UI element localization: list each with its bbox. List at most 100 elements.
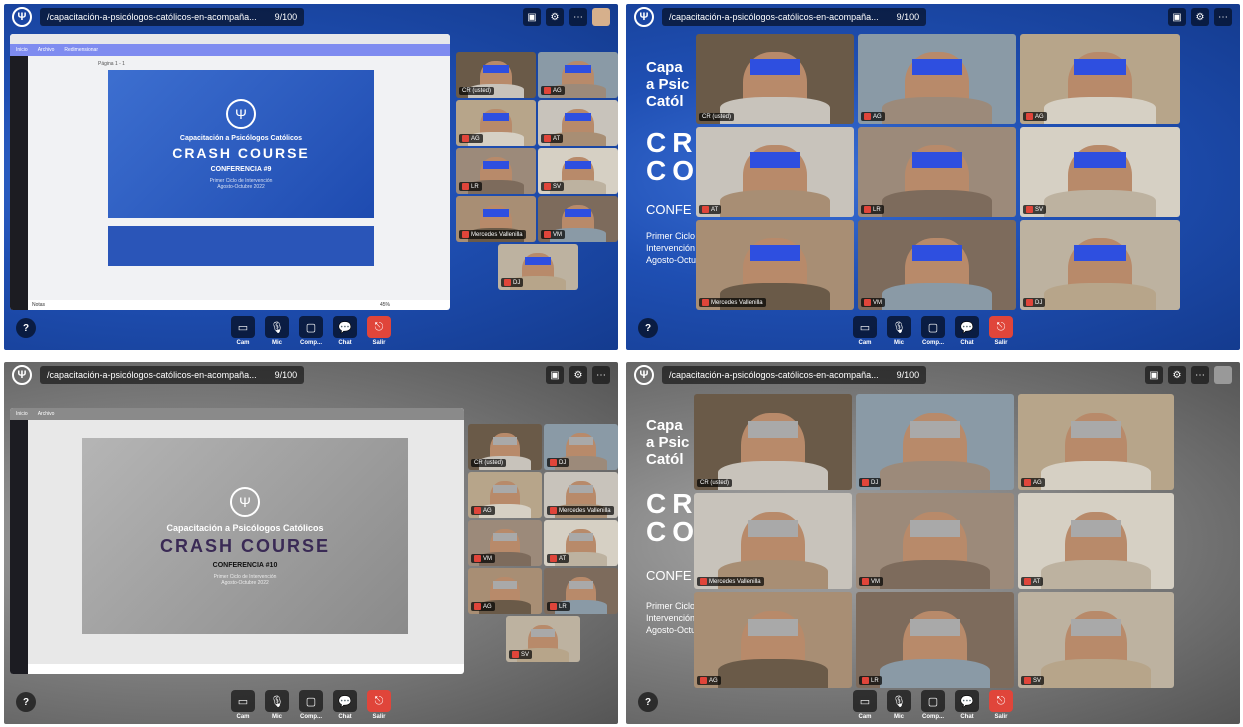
chat-control[interactable]: 💬 Chat	[955, 690, 979, 720]
salir-control[interactable]: ⎋ Salir	[989, 690, 1013, 720]
comp-icon[interactable]: ▢	[921, 690, 945, 712]
mic-off-icon	[474, 555, 481, 562]
more-icon[interactable]: ⋯	[592, 366, 610, 384]
cam-icon[interactable]: ▭	[231, 316, 255, 338]
participant-tile[interactable]: AG	[858, 34, 1016, 124]
cam-icon[interactable]: ▭	[231, 690, 255, 712]
comp-control[interactable]: ▢ Comp...	[921, 690, 945, 720]
participant-tile[interactable]: CR (usted)	[468, 424, 542, 470]
participant-tile[interactable]: VM	[858, 220, 1016, 310]
meeting-panel-1: Ψ /capacitación-a-psicólogos-católicos-e…	[4, 4, 618, 350]
comp-icon[interactable]: ▢	[921, 316, 945, 338]
participant-tile[interactable]: AT	[696, 127, 854, 217]
participant-tile[interactable]: DJ	[544, 424, 618, 470]
participant-tile[interactable]: LR	[858, 127, 1016, 217]
cam-control[interactable]: ▭ Cam	[853, 316, 877, 346]
participant-tile[interactable]: AG	[1020, 34, 1180, 124]
comp-icon[interactable]: ▢	[299, 316, 323, 338]
participant-tile[interactable]: CR (usted)	[694, 394, 852, 490]
chat-control[interactable]: 💬 Chat	[333, 690, 357, 720]
mic-icon[interactable]: 🎙	[887, 316, 911, 338]
chat-icon[interactable]: 💬	[333, 690, 357, 712]
participant-tile[interactable]: LR	[456, 148, 536, 194]
comp-control[interactable]: ▢ Comp...	[299, 316, 323, 346]
salir-icon[interactable]: ⎋	[367, 316, 391, 338]
participant-tile[interactable]: AT	[1018, 493, 1174, 589]
mic-icon[interactable]: 🎙	[887, 690, 911, 712]
participant-tile[interactable]: DJ	[498, 244, 578, 290]
cam-control[interactable]: ▭ Cam	[231, 690, 255, 720]
participant-tile[interactable]: VM	[856, 493, 1014, 589]
mic-off-icon	[550, 603, 557, 610]
participant-tile[interactable]: Mercedes Vallenilla	[696, 220, 854, 310]
mic-icon[interactable]: 🎙	[265, 690, 289, 712]
notes-label[interactable]: Notas	[32, 302, 45, 308]
chat-icon[interactable]: 💬	[333, 316, 357, 338]
chat-control[interactable]: 💬 Chat	[333, 316, 357, 346]
settings-icon[interactable]: ⚙	[1168, 366, 1186, 384]
settings-icon[interactable]: ⚙	[1191, 8, 1209, 26]
chat-label: Chat	[338, 714, 352, 720]
comp-control[interactable]: ▢ Comp...	[299, 690, 323, 720]
avatar[interactable]	[1214, 366, 1232, 384]
more-icon[interactable]: ⋯	[1214, 8, 1232, 26]
chat-icon[interactable]: 💬	[955, 316, 979, 338]
participant-tile[interactable]: AG	[468, 568, 542, 614]
participant-tile[interactable]: AG	[468, 472, 542, 518]
participant-tile[interactable]: AG	[456, 100, 536, 146]
more-icon[interactable]: ⋯	[1191, 366, 1209, 384]
chat-icon[interactable]: 💬	[955, 690, 979, 712]
participant-tile[interactable]: SV	[1020, 127, 1180, 217]
participant-tile[interactable]: AT	[538, 100, 618, 146]
participant-tile[interactable]: AG	[694, 592, 852, 688]
participant-tile[interactable]: AG	[1018, 394, 1174, 490]
salir-control[interactable]: ⎋ Salir	[367, 316, 391, 346]
comp-control[interactable]: ▢ Comp...	[921, 316, 945, 346]
participant-tile[interactable]: Mercedes Vallenilla	[694, 493, 852, 589]
participant-tile[interactable]: SV	[538, 148, 618, 194]
layout-icon[interactable]: ▣	[546, 366, 564, 384]
salir-icon[interactable]: ⎋	[367, 690, 391, 712]
participant-tile[interactable]: SV	[1018, 592, 1174, 688]
layout-icon[interactable]: ▣	[1168, 8, 1186, 26]
salir-control[interactable]: ⎋ Salir	[989, 316, 1013, 346]
top-bar: Ψ /capacitación-a-psicólogos-católicos-e…	[626, 4, 1240, 30]
participant-tile[interactable]: CR (usted)	[456, 52, 536, 98]
cam-icon[interactable]: ▭	[853, 690, 877, 712]
mic-control[interactable]: 🎙 Mic	[887, 690, 911, 720]
mic-control[interactable]: 🎙 Mic	[887, 316, 911, 346]
screen-share: Inicio Archivo Ψ Capacitación a Psicólogo…	[10, 408, 464, 674]
mic-icon[interactable]: 🎙	[265, 316, 289, 338]
participant-tile[interactable]: LR	[544, 568, 618, 614]
salir-icon[interactable]: ⎋	[989, 690, 1013, 712]
settings-icon[interactable]: ⚙	[546, 8, 564, 26]
cam-control[interactable]: ▭ Cam	[231, 316, 255, 346]
face-blur	[493, 436, 517, 446]
participant-tile[interactable]: LR	[856, 592, 1014, 688]
participant-tile[interactable]: VM	[468, 520, 542, 566]
layout-icon[interactable]: ▣	[523, 8, 541, 26]
participant-tile[interactable]: Mercedes Vallenilla	[456, 196, 536, 242]
chat-control[interactable]: 💬 Chat	[955, 316, 979, 346]
mic-control[interactable]: 🎙 Mic	[265, 316, 289, 346]
settings-icon[interactable]: ⚙	[569, 366, 587, 384]
participant-tile[interactable]: CR (usted)	[696, 34, 854, 124]
avatar[interactable]	[592, 8, 610, 26]
face-blur	[569, 580, 593, 590]
comp-icon[interactable]: ▢	[299, 690, 323, 712]
participant-tile[interactable]: AT	[544, 520, 618, 566]
participant-tile[interactable]: VM	[538, 196, 618, 242]
participant-tile[interactable]: AG	[538, 52, 618, 98]
zoom-label[interactable]: 45%	[380, 302, 390, 308]
salir-control[interactable]: ⎋ Salir	[367, 690, 391, 720]
salir-icon[interactable]: ⎋	[989, 316, 1013, 338]
participant-tile[interactable]: SV	[506, 616, 580, 662]
mic-control[interactable]: 🎙 Mic	[265, 690, 289, 720]
participant-tile[interactable]: Mercedes Vallenilla	[544, 472, 618, 518]
more-icon[interactable]: ⋯	[569, 8, 587, 26]
cam-control[interactable]: ▭ Cam	[853, 690, 877, 720]
participant-tile[interactable]: DJ	[856, 394, 1014, 490]
layout-icon[interactable]: ▣	[1145, 366, 1163, 384]
cam-icon[interactable]: ▭	[853, 316, 877, 338]
participant-tile[interactable]: DJ	[1020, 220, 1180, 310]
